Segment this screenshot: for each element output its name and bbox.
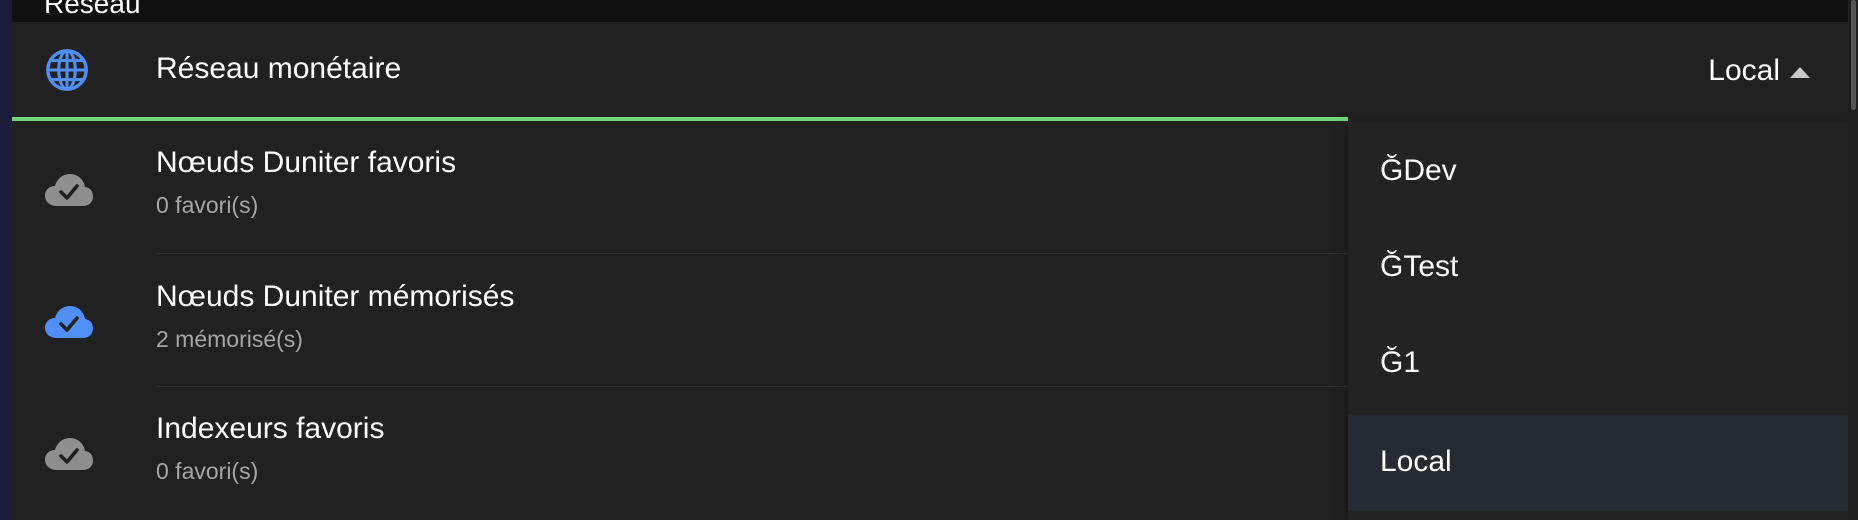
globe-icon [46,49,88,91]
item-subtitle: 2 mémorisé(s) [156,326,303,352]
section-header: Réseau [12,0,1848,22]
section-header-title: Réseau [44,0,141,19]
network-selected-value[interactable]: Local [1708,54,1780,88]
focus-underline [12,117,1348,121]
caret-up-icon[interactable] [1790,67,1810,78]
scrollbar-track[interactable] [1848,0,1858,520]
item-subtitle: 0 favori(s) [156,192,259,218]
dropdown-option-label: ĞTest [1380,250,1459,283]
network-selector[interactable]: Réseau monétaire Local [12,22,1848,120]
settings-panel: Réseau Réseau monétaire Local Nœuds Duni… [12,0,1848,520]
network-label: Réseau monétaire [156,52,402,85]
cloud-check-icon [45,438,93,470]
dropdown-option-gtest[interactable]: ĞTest [1348,220,1848,316]
network-dropdown-menu: ĞDev ĞTest Ğ1 Local [1348,122,1848,520]
dropdown-option-gdev[interactable]: ĞDev [1348,124,1848,220]
item-subtitle: 0 favori(s) [156,458,259,484]
list-item-favorite-duniter-nodes[interactable]: Nœuds Duniter favoris 0 favori(s) [12,122,1348,254]
list-item-favorite-indexers[interactable]: Indexeurs favoris 0 favori(s) [12,387,1348,519]
window-edge-left [0,0,12,520]
scrollbar-thumb[interactable] [1851,0,1856,110]
item-title: Nœuds Duniter mémorisés [156,280,515,313]
dropdown-option-local[interactable]: Local [1348,415,1848,511]
dropdown-option-label: Local [1380,445,1452,478]
cloud-check-icon [45,174,93,206]
list-item-saved-duniter-nodes[interactable]: Nœuds Duniter mémorisés 2 mémorisé(s) [12,254,1348,386]
item-title: Nœuds Duniter favoris [156,146,457,179]
item-title: Indexeurs favoris [156,412,385,445]
dropdown-option-label: ĞDev [1380,154,1457,187]
dropdown-option-label: Ğ1 [1380,346,1421,379]
dropdown-option-g1[interactable]: Ğ1 [1348,316,1848,412]
cloud-check-icon [45,306,93,338]
